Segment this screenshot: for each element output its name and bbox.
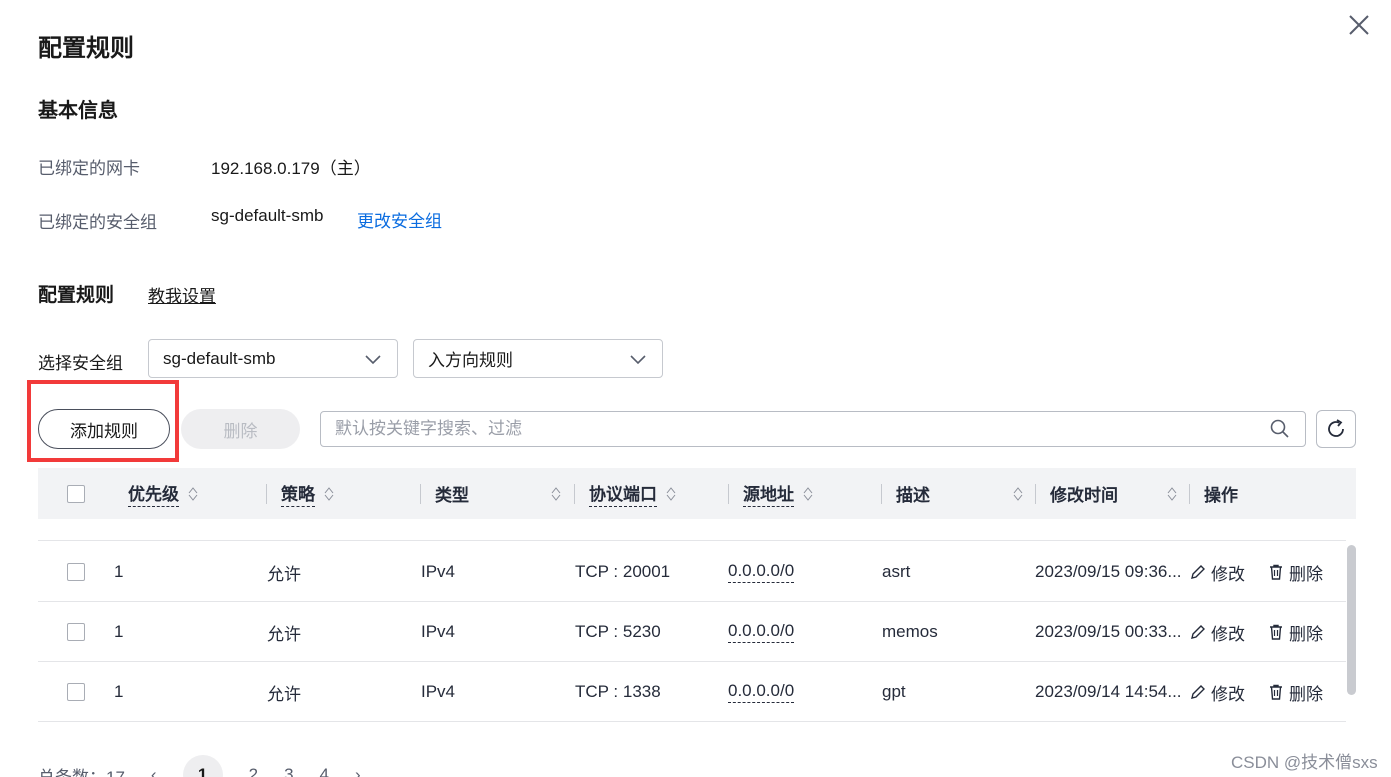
pencil-icon [1191, 685, 1205, 699]
sort-icon[interactable] [1166, 486, 1178, 502]
trash-icon [1270, 624, 1282, 640]
cell-port: TCP : 1338 [575, 682, 661, 701]
basic-info-heading: 基本信息 [38, 100, 118, 122]
edit-button[interactable]: 修改 [1189, 620, 1245, 645]
close-icon [1349, 15, 1369, 35]
cell-time: 2023/09/14 14:54... [1035, 682, 1182, 701]
cell-policy: 允许 [267, 684, 301, 704]
dialog-title: 配置规则 [38, 35, 134, 62]
cell-source[interactable]: 0.0.0.0/0 [728, 561, 795, 583]
cell-priority: 1 [114, 682, 124, 701]
cell-policy: 允许 [267, 564, 301, 584]
page-2[interactable]: 2 [249, 765, 258, 777]
delete-row-button[interactable]: 删除 [1267, 560, 1323, 585]
cell-desc: gpt [882, 682, 906, 701]
row-checkbox[interactable] [67, 563, 85, 581]
cell-desc: asrt [882, 562, 911, 581]
teach-me-link[interactable]: 教我设置 [148, 282, 216, 307]
select-sg-label: 选择安全组 [38, 354, 123, 373]
edit-button[interactable]: 修改 [1189, 680, 1245, 705]
page-1[interactable]: 1 [182, 755, 223, 777]
chevron-down-icon [630, 354, 646, 364]
watermark: CSDN @技术僧sxs [1231, 753, 1378, 772]
cell-source[interactable]: 0.0.0.0/0 [728, 681, 795, 703]
change-sg-link[interactable]: 更改安全组 [357, 207, 442, 232]
cell-desc: memos [882, 622, 938, 641]
sg-value: sg-default-smb [211, 206, 324, 225]
sg-label: 已绑定的安全组 [38, 213, 157, 232]
cell-source[interactable]: 0.0.0.0/0 [728, 621, 795, 643]
table-row-partial [38, 519, 1346, 541]
cell-priority: 1 [114, 622, 124, 641]
cell-type: IPv4 [421, 682, 456, 701]
cell-priority: 1 [114, 562, 124, 581]
select-all-checkbox[interactable] [67, 484, 85, 503]
delete-row-button[interactable]: 删除 [1267, 620, 1323, 645]
sort-icon [324, 486, 334, 501]
chevron-down-icon [365, 354, 381, 364]
pencil-icon [1191, 625, 1205, 639]
sort-icon[interactable] [1012, 486, 1024, 502]
close-button[interactable] [1346, 12, 1372, 38]
page-3[interactable]: 3 [284, 765, 293, 777]
prev-page-button[interactable]: ‹ [151, 765, 157, 777]
search-input[interactable] [335, 419, 1235, 439]
cell-port: TCP : 5230 [575, 622, 661, 641]
col-actions: 操作 [1204, 486, 1238, 505]
nic-value: 192.168.0.179（主） [211, 159, 371, 178]
edit-button[interactable]: 修改 [1189, 560, 1245, 585]
cell-type: IPv4 [421, 622, 456, 641]
cell-time: 2023/09/15 00:33... [1035, 622, 1182, 641]
delete-row-button[interactable]: 删除 [1267, 680, 1323, 705]
cell-time: 2023/09/15 09:36... [1035, 562, 1182, 581]
sg-select[interactable]: sg-default-smb [148, 339, 398, 378]
search-icon[interactable] [1269, 418, 1291, 440]
col-policy[interactable]: 策略 [281, 468, 335, 519]
table-header: 优先级 策略 类型 协议端口 源地址 描述 修改时间 操作 [38, 468, 1356, 519]
nic-label: 已绑定的网卡 [38, 159, 140, 178]
sort-icon[interactable] [550, 486, 562, 502]
search-box[interactable] [320, 411, 1306, 447]
col-port[interactable]: 协议端口 [589, 468, 677, 519]
sort-icon [803, 486, 813, 501]
table-row: 1 允许 IPv4 TCP : 20001 0.0.0.0/0 asrt 202… [38, 542, 1346, 602]
col-desc[interactable]: 描述 [896, 468, 930, 519]
col-source[interactable]: 源地址 [743, 468, 814, 519]
table-row: 1 允许 IPv4 TCP : 5230 0.0.0.0/0 memos 202… [38, 602, 1346, 662]
pencil-icon [1191, 565, 1205, 579]
next-page-button[interactable]: › [355, 765, 361, 777]
page-4[interactable]: 4 [320, 765, 329, 777]
sg-select-value: sg-default-smb [163, 348, 276, 368]
refresh-icon [1328, 419, 1344, 437]
row-checkbox[interactable] [67, 683, 85, 701]
sort-icon [188, 486, 198, 501]
cell-type: IPv4 [421, 562, 456, 581]
sort-icon [666, 486, 676, 501]
total-count: 总条数：17 [38, 767, 125, 777]
col-type[interactable]: 类型 [435, 468, 469, 519]
cell-port: TCP : 20001 [575, 562, 671, 581]
col-time[interactable]: 修改时间 [1050, 468, 1118, 519]
trash-icon [1270, 684, 1282, 700]
col-priority[interactable]: 优先级 [128, 468, 199, 519]
direction-select[interactable]: 入方向规则 [413, 339, 663, 378]
row-checkbox[interactable] [67, 623, 85, 641]
table-row: 1 允许 IPv4 TCP : 1338 0.0.0.0/0 gpt 2023/… [38, 662, 1346, 722]
cell-policy: 允许 [267, 624, 301, 644]
trash-icon [1270, 564, 1282, 580]
add-rule-button[interactable]: 添加规则 [38, 409, 170, 449]
rules-heading: 配置规则 [38, 285, 115, 306]
refresh-button[interactable] [1316, 410, 1356, 448]
direction-select-value: 入方向规则 [428, 351, 513, 370]
delete-button[interactable]: 删除 [181, 409, 300, 449]
pagination: 总条数：17 ‹ 1 2 3 4 › [38, 755, 361, 777]
table-scrollbar[interactable] [1347, 545, 1356, 695]
